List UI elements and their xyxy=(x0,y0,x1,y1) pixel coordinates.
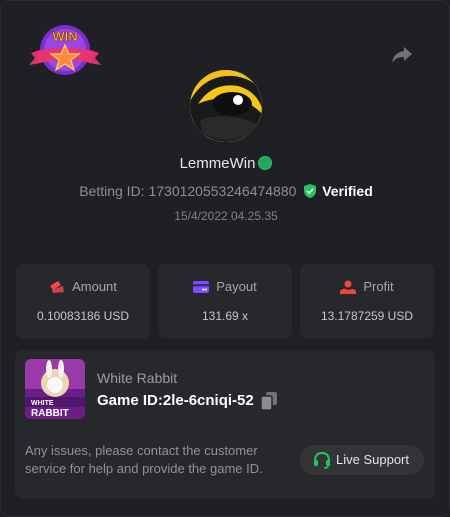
online-status-icon xyxy=(258,156,273,170)
game-name[interactable]: White Rabbit xyxy=(97,370,177,386)
payout-header: Payout xyxy=(158,279,292,294)
amount-value: 0.10083186 USD xyxy=(36,309,130,323)
live-support-label: Live Support xyxy=(336,452,409,467)
amount-icon xyxy=(50,281,65,293)
profit-card: Profit 13.1787259 USD xyxy=(300,264,434,339)
bet-details-panel: WIN LemmeWin Betting ID: 173012055324647… xyxy=(0,0,450,517)
profit-icon xyxy=(340,280,357,294)
support-help-text: Any issues, please contact the customer … xyxy=(25,443,263,476)
username-row: LemmeWin xyxy=(1,155,450,172)
avatar-image xyxy=(190,70,262,142)
amount-header: Amount xyxy=(16,279,150,294)
profit-value: 13.1787259 USD xyxy=(320,309,414,323)
payout-value: 131.69 x xyxy=(201,309,249,323)
betting-id-row: Betting ID: 1730120553246474880 Verified xyxy=(1,183,450,199)
bet-timestamp: 15/4/2022 04.25.35 xyxy=(174,209,278,223)
username: LemmeWin xyxy=(179,155,256,172)
avatar xyxy=(188,68,264,144)
game-id-label: Game ID: xyxy=(97,392,163,409)
game-id: Game ID:2le-6cniqi-52 xyxy=(97,392,254,409)
payout-card: Payout 131.69 x xyxy=(158,264,292,339)
betting-id-value: 1730120553246474880 xyxy=(148,183,297,199)
payout-icon xyxy=(193,281,210,293)
profit-header: Profit xyxy=(300,279,434,294)
headset-icon xyxy=(314,451,330,469)
payout-label: Payout xyxy=(216,279,257,294)
amount-card: Amount 0.10083186 USD xyxy=(16,264,150,339)
game-id-value: 2le-6cniqi-52 xyxy=(162,392,254,409)
win-badge-icon: WIN xyxy=(29,25,101,75)
verified-label: Verified xyxy=(322,183,373,199)
profit-label: Profit xyxy=(363,279,394,294)
game-card: WHITE RABBIT White Rabbit Game ID:2le-6c… xyxy=(15,350,435,499)
game-thumbnail[interactable]: WHITE RABBIT xyxy=(25,359,85,419)
win-badge-text: WIN xyxy=(52,29,77,44)
thumb-text-rabbit: RABBIT xyxy=(31,408,69,419)
amount-label: Amount xyxy=(72,279,117,294)
share-icon[interactable] xyxy=(390,42,414,66)
thumb-text-white: WHITE xyxy=(31,400,54,407)
betting-id-label: Betting ID: xyxy=(79,183,145,199)
verified-shield-icon xyxy=(304,184,317,198)
live-support-button[interactable]: Live Support xyxy=(300,445,424,475)
copy-icon[interactable] xyxy=(261,392,277,410)
